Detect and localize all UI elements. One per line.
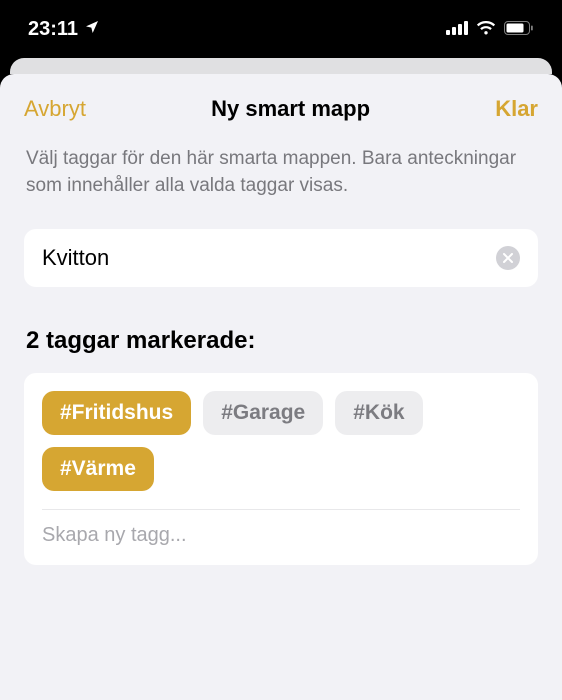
done-button[interactable]: Klar	[495, 96, 538, 122]
tag-list: #Fritidshus #Garage #Kök #Värme	[42, 391, 520, 510]
modal-title: Ny smart mapp	[211, 96, 370, 122]
status-indicators	[446, 18, 534, 41]
tag-fritidshus[interactable]: #Fritidshus	[42, 391, 191, 435]
folder-name-field[interactable]	[24, 229, 538, 287]
close-icon	[503, 251, 513, 266]
modal-header: Avbryt Ny smart mapp Klar	[24, 96, 538, 122]
cellular-icon	[446, 18, 468, 41]
clear-input-button[interactable]	[496, 246, 520, 270]
new-tag-input[interactable]	[42, 524, 520, 547]
description-text: Välj taggar för den här smarta mappen. B…	[24, 146, 538, 199]
status-time-group: 23:11	[28, 18, 100, 41]
tags-container: #Fritidshus #Garage #Kök #Värme	[24, 373, 538, 565]
tag-garage[interactable]: #Garage	[203, 391, 323, 435]
location-icon	[84, 18, 100, 41]
tags-count-label: 2 taggar markerade:	[24, 327, 538, 355]
modal-sheet: Avbryt Ny smart mapp Klar Välj taggar fö…	[0, 74, 562, 700]
sheet-backdrop	[10, 58, 552, 74]
status-bar: 23:11	[0, 0, 562, 58]
battery-icon	[504, 18, 534, 41]
cancel-button[interactable]: Avbryt	[24, 96, 86, 122]
tag-kok[interactable]: #Kök	[335, 391, 422, 435]
wifi-icon	[476, 18, 496, 41]
folder-name-input[interactable]	[42, 245, 496, 271]
status-time: 23:11	[28, 18, 78, 41]
tag-varme[interactable]: #Värme	[42, 447, 154, 491]
